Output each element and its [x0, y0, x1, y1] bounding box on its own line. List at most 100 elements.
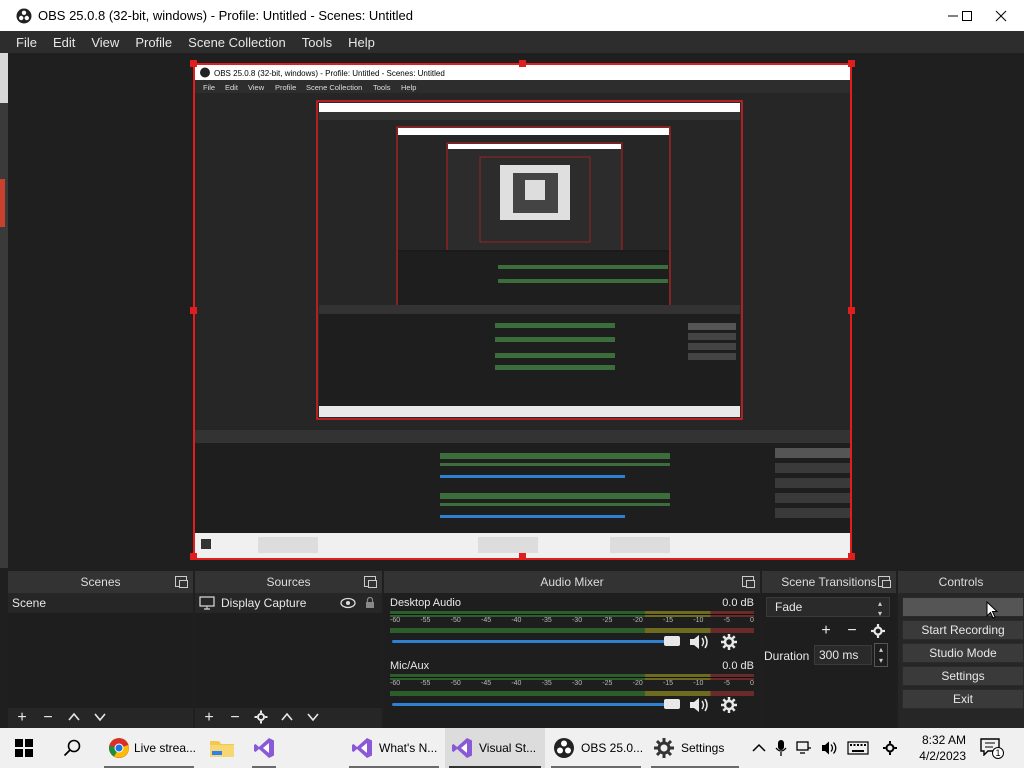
volume-slider-handle[interactable]	[664, 699, 680, 709]
menu-view[interactable]: View	[83, 35, 127, 50]
taskbar-visual-studio-whats-new[interactable]: What's N...	[345, 728, 443, 768]
resize-handle-right[interactable]	[848, 307, 855, 314]
inner-menu-view: View	[248, 83, 265, 92]
taskbar-file-explorer[interactable]	[200, 728, 244, 768]
notification-badge: 1	[992, 747, 1004, 759]
sources-list: Display Capture + −	[195, 593, 382, 728]
notification-center-button[interactable]: 1	[980, 738, 1004, 760]
start-streaming-button[interactable]	[902, 597, 1024, 617]
exit-button[interactable]: Exit	[902, 689, 1024, 709]
volume-slider[interactable]	[392, 640, 672, 643]
speaker-icon[interactable]	[688, 633, 710, 651]
gear-icon[interactable]	[720, 633, 738, 651]
resize-handle-top-left[interactable]	[190, 60, 197, 67]
microphone-icon[interactable]	[775, 739, 787, 757]
volume-slider[interactable]	[392, 703, 672, 706]
gear-icon[interactable]	[870, 623, 886, 639]
scenes-dock-title: Scenes	[80, 575, 121, 589]
undock-icon[interactable]	[878, 576, 891, 588]
duration-stepper[interactable]: ▴ ▾	[874, 643, 888, 667]
search-icon	[63, 739, 81, 757]
taskbar-chrome[interactable]: Live strea...	[100, 728, 196, 768]
gear-icon[interactable]	[720, 696, 738, 714]
taskbar-item-label: OBS 25.0...	[581, 741, 644, 755]
studio-mode-button[interactable]: Studio Mode	[902, 643, 1024, 663]
start-button[interactable]	[0, 728, 48, 768]
move-source-up-button[interactable]	[279, 710, 295, 726]
source-list-item[interactable]: Display Capture	[195, 593, 382, 613]
menu-scene-collection[interactable]: Scene Collection	[180, 35, 294, 50]
source-properties-button[interactable]	[253, 710, 269, 726]
volume-slider-handle[interactable]	[664, 636, 680, 646]
close-button[interactable]	[978, 0, 1024, 31]
preview-left-strip-accent	[0, 179, 5, 227]
taskbar-settings[interactable]: Settings	[647, 728, 743, 768]
visibility-eye-icon[interactable]	[340, 597, 356, 609]
controls-body: Start Recording Studio Mode Settings Exi…	[898, 593, 1024, 728]
keyboard-icon[interactable]	[847, 741, 869, 755]
obs-app-icon	[16, 8, 32, 23]
inner-menu-profile: Profile	[275, 83, 296, 92]
menu-tools[interactable]: Tools	[294, 35, 340, 50]
duration-label: Duration	[764, 649, 810, 663]
add-source-button[interactable]: +	[201, 710, 217, 726]
taskbar-item-label: What's N...	[379, 741, 438, 755]
move-down-button[interactable]	[92, 710, 108, 726]
resize-handle-bottom-right[interactable]	[848, 553, 855, 560]
duration-input[interactable]: 300 ms	[814, 645, 872, 665]
chevron-down-icon	[94, 713, 106, 722]
resize-handle-top-right[interactable]	[848, 60, 855, 67]
title-bar[interactable]: OBS 25.0.8 (32-bit, windows) - Profile: …	[0, 0, 1024, 31]
audio-mixer-header: Audio Mixer	[384, 571, 760, 593]
remove-scene-button[interactable]: −	[40, 710, 56, 726]
network-icon[interactable]	[796, 740, 812, 756]
resize-handle-bottom[interactable]	[519, 553, 526, 560]
menu-edit[interactable]: Edit	[45, 35, 83, 50]
taskbar-visual-studio[interactable]	[244, 728, 284, 768]
window-title: OBS 25.0.8 (32-bit, windows) - Profile: …	[38, 8, 413, 23]
volume-icon[interactable]	[821, 740, 839, 756]
visual-studio-icon	[254, 738, 274, 758]
lock-icon[interactable]	[365, 597, 375, 609]
mouse-cursor-icon	[986, 601, 999, 619]
close-icon	[995, 10, 1007, 21]
add-transition-button[interactable]: +	[818, 623, 834, 639]
display-capture-source[interactable]: OBS 25.0.8 (32-bit, windows) - Profile: …	[193, 63, 852, 560]
resize-handle-top[interactable]	[519, 60, 526, 67]
settings-button[interactable]: Settings	[902, 666, 1024, 686]
chevron-down-icon	[307, 713, 319, 722]
duration-value: 300 ms	[819, 648, 859, 662]
undock-icon[interactable]	[175, 576, 188, 588]
resize-handle-bottom-left[interactable]	[190, 553, 197, 560]
windows-logo-icon	[15, 739, 33, 757]
undock-icon[interactable]	[364, 576, 377, 588]
transition-select-arrows[interactable]: ▴ ▾	[874, 599, 886, 619]
move-up-button[interactable]	[66, 710, 82, 726]
scenes-dock-header: Scenes	[8, 571, 193, 593]
menu-help[interactable]: Help	[340, 35, 383, 50]
menu-file[interactable]: File	[8, 35, 45, 50]
audio-mixer-body: Desktop Audio 0.0 dB -60 -55 -50 -45 -40 -35-…	[384, 593, 760, 728]
speaker-icon[interactable]	[688, 696, 710, 714]
chevron-up-icon[interactable]	[752, 743, 766, 753]
transition-select[interactable]: Fade	[766, 597, 890, 617]
channel-name: Mic/Aux	[390, 660, 430, 672]
remove-source-button[interactable]: −	[227, 710, 243, 726]
preview-area[interactable]: OBS 25.0.8 (32-bit, windows) - Profile: …	[0, 53, 1024, 568]
scenes-dock: Scenes Scene + −	[8, 571, 193, 728]
taskbar-obs[interactable]: OBS 25.0...	[547, 728, 645, 768]
menu-profile[interactable]: Profile	[127, 35, 180, 50]
resize-handle-left[interactable]	[190, 307, 197, 314]
remove-transition-button[interactable]: −	[844, 623, 860, 639]
system-clock[interactable]: 8:32 AM 4/2/2023	[886, 732, 966, 764]
meter-ticks: -60 -55 -50 -45 -40 -35 -30 -25 -20 -15 -10 -5 0	[390, 617, 754, 624]
undock-icon[interactable]	[742, 576, 755, 588]
add-scene-button[interactable]: +	[14, 710, 30, 726]
scene-list-item[interactable]: Scene	[8, 593, 193, 613]
move-source-down-button[interactable]	[305, 710, 321, 726]
maximize-icon	[962, 10, 972, 21]
menu-bar: File Edit View Profile Scene Collection …	[0, 31, 1024, 53]
taskbar-visual-studio-active[interactable]: Visual St...	[445, 728, 545, 768]
start-recording-button[interactable]: Start Recording	[902, 620, 1024, 640]
search-button[interactable]	[48, 728, 96, 768]
